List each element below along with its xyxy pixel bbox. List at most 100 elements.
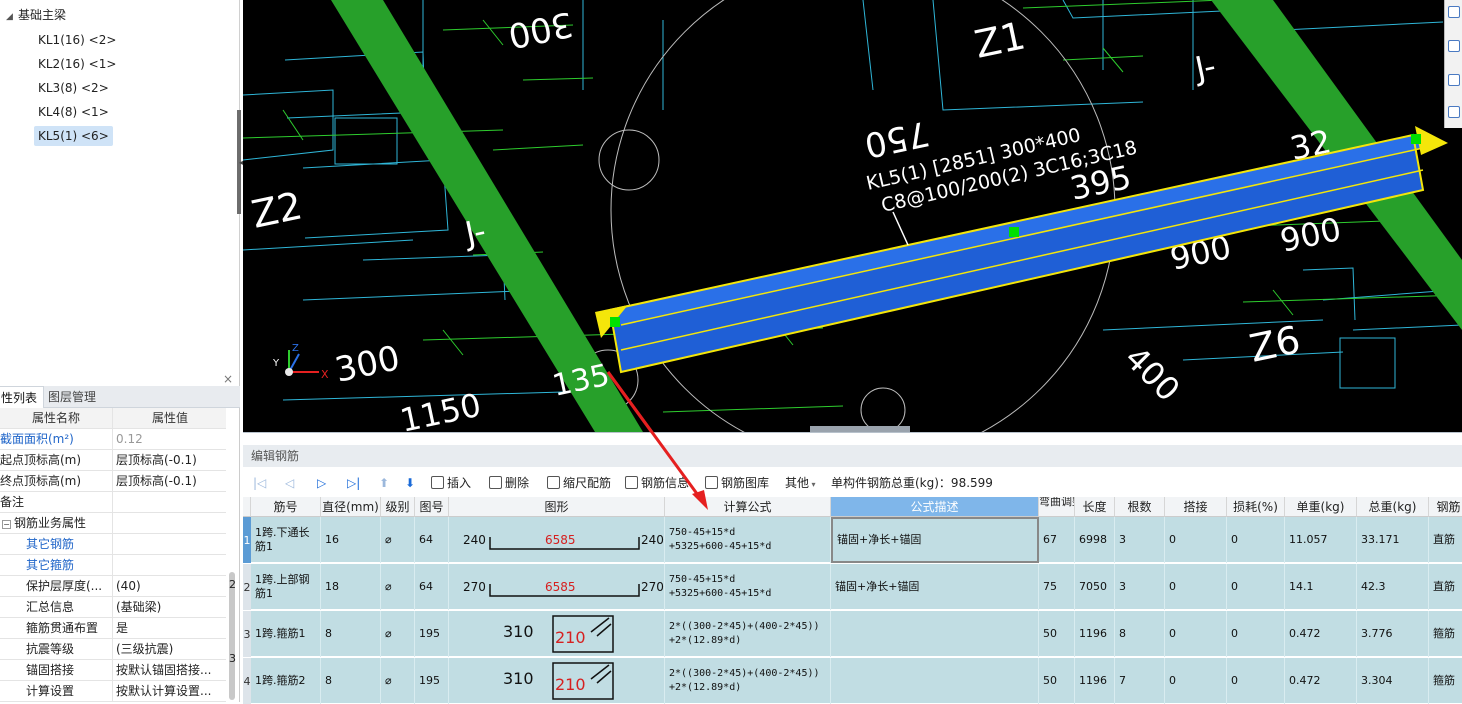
row-number[interactable]: 3 (243, 611, 251, 657)
cell-unit-weight[interactable]: 14.1 (1285, 564, 1357, 610)
cell-total-weight[interactable]: 33.171 (1357, 517, 1429, 563)
col-header-bend[interactable]: 弯曲调整 (1039, 497, 1075, 517)
table-row[interactable]: 4 1跨.箍筋2 8 ⌀ 195 310 210 2*((300-2*45)+(… (243, 658, 1462, 704)
collapse-box-icon[interactable]: − (2, 520, 11, 529)
cell-diameter[interactable]: 16 (321, 517, 381, 563)
prop-row-end-elevation[interactable]: 终点顶标高(m) 层顶标高(-0.1) (0, 471, 226, 492)
last-page-icon[interactable]: ▷| (347, 471, 360, 495)
row-number[interactable]: 2 (243, 564, 251, 610)
tree-item-kl1[interactable]: KL1(16) <2> (34, 30, 120, 50)
tab-layer-management[interactable]: 图层管理 (42, 386, 102, 408)
cell-count[interactable]: 3 (1115, 517, 1165, 563)
cell-grade[interactable]: ⌀ (381, 564, 415, 610)
cell-bar-no[interactable]: 1跨.下通长筋1 (251, 517, 321, 563)
cell-lap[interactable]: 0 (1165, 611, 1227, 657)
col-header-grade[interactable]: 级别 (381, 497, 415, 517)
view-select-icon[interactable] (1448, 40, 1460, 52)
cell-length[interactable]: 1196 (1075, 611, 1115, 657)
cell-bend[interactable]: 50 (1039, 611, 1075, 657)
cell-diameter[interactable]: 8 (321, 658, 381, 704)
cad-3d-viewport[interactable]: 300 750 300 135 1150 400 900 900 395 32 … (243, 0, 1462, 432)
col-header-fig[interactable]: 图号 (415, 497, 449, 517)
tree-item-kl5-selected[interactable]: KL5(1) <6> (34, 126, 113, 146)
cell-bar-no[interactable]: 1跨.箍筋1 (251, 611, 321, 657)
cell-rebar-type[interactable]: 箍筋 (1429, 611, 1462, 657)
table-row[interactable]: 3 1跨.箍筋1 8 ⌀ 195 310 210 2*((300-2*45)+(… (243, 611, 1462, 657)
cell-total-weight[interactable]: 3.776 (1357, 611, 1429, 657)
col-header-lap[interactable]: 搭接 (1165, 497, 1227, 517)
cell-bar-no[interactable]: 1跨.箍筋2 (251, 658, 321, 704)
tree-item-kl4[interactable]: KL4(8) <1> (34, 102, 113, 122)
cell-formula-desc[interactable]: 锚固+净长+锚固 (831, 517, 1039, 563)
table-row[interactable]: 2 1跨.上部钢筋1 18 ⌀ 64 270 6585 270 750-45+1… (243, 564, 1462, 610)
cad-drawing[interactable]: 300 750 300 135 1150 400 900 900 395 32 … (243, 0, 1462, 432)
cell-total-weight[interactable]: 42.3 (1357, 564, 1429, 610)
cell-count[interactable]: 8 (1115, 611, 1165, 657)
col-header-bar-no[interactable]: 筋号 (251, 497, 321, 517)
move-down-icon[interactable]: ⬇ (405, 471, 415, 495)
first-page-icon[interactable]: |◁ (253, 471, 266, 495)
cell-lap[interactable]: 0 (1165, 658, 1227, 704)
other-dropdown[interactable]: 其他 ▾ (785, 471, 816, 495)
next-page-icon[interactable]: ▷ (317, 471, 326, 495)
view-orbit-icon[interactable] (1448, 74, 1460, 86)
prop-row-anchorage[interactable]: 锚固搭接 按默认锚固搭接... (0, 660, 226, 681)
prev-page-icon[interactable]: ◁ (285, 471, 294, 495)
cell-formula[interactable]: 750-45+15*d +5325+600-45+15*d (665, 564, 831, 610)
close-icon[interactable]: × (223, 372, 233, 386)
cell-rebar-type[interactable]: 直筋 (1429, 564, 1462, 610)
cell-fig[interactable]: 64 (415, 517, 449, 563)
cell-grade[interactable]: ⌀ (381, 517, 415, 563)
prop-row-other-stirrup[interactable]: 其它箍筋 (0, 555, 226, 576)
cell-formula-desc[interactable]: 锚固+净长+锚固 (831, 564, 1039, 610)
cell-loss[interactable]: 0 (1227, 658, 1285, 704)
cell-rebar-type[interactable]: 箍筋 (1429, 658, 1462, 704)
view-cube-icon[interactable] (1448, 6, 1460, 18)
grip-end[interactable] (1411, 134, 1421, 144)
move-up-icon[interactable]: ⬆ (379, 471, 389, 495)
col-header-count[interactable]: 根数 (1115, 497, 1165, 517)
cell-bend[interactable]: 67 (1039, 517, 1075, 563)
cell-rebar-type[interactable]: 直筋 (1429, 517, 1462, 563)
cell-unit-weight[interactable]: 11.057 (1285, 517, 1357, 563)
view-list-icon[interactable] (1448, 106, 1460, 118)
cell-formula-desc[interactable] (831, 611, 1039, 657)
col-header-loss[interactable]: 损耗(%) (1227, 497, 1285, 517)
prop-row-summary[interactable]: 汇总信息 (基础梁) (0, 597, 226, 618)
tree-root-foundation-beams[interactable]: ◢ 基础主梁 (6, 6, 66, 24)
prop-row-calc-settings[interactable]: 计算设置 按默认计算设置... (0, 681, 226, 702)
cell-total-weight[interactable]: 3.304 (1357, 658, 1429, 704)
cell-length[interactable]: 1196 (1075, 658, 1115, 704)
cell-diameter[interactable]: 8 (321, 611, 381, 657)
tab-property-list[interactable]: 性列表 (0, 386, 45, 408)
cell-grade[interactable]: ⌀ (381, 658, 415, 704)
cell-fig[interactable]: 195 (415, 658, 449, 704)
cell-loss[interactable]: 0 (1227, 564, 1285, 610)
grip-start[interactable] (610, 317, 620, 327)
cell-formula-desc[interactable] (831, 658, 1039, 704)
cell-length[interactable]: 6998 (1075, 517, 1115, 563)
cell-bend[interactable]: 50 (1039, 658, 1075, 704)
prop-row-start-elevation[interactable]: 起点顶标高(m) 层顶标高(-0.1) (0, 450, 226, 471)
cell-length[interactable]: 7050 (1075, 564, 1115, 610)
cell-loss[interactable]: 0 (1227, 611, 1285, 657)
cell-count[interactable]: 7 (1115, 658, 1165, 704)
col-header-total-weight[interactable]: 总重(kg) (1357, 497, 1429, 517)
row-number[interactable]: 4 (243, 658, 251, 704)
cell-fig[interactable]: 195 (415, 611, 449, 657)
col-header-rebar-type[interactable]: 钢筋 (1429, 497, 1462, 517)
tree-item-kl2[interactable]: KL2(16) <1> (34, 54, 120, 74)
cell-formula[interactable]: 2*((300-2*45)+(400-2*45)) +2*(12.89*d) (665, 658, 831, 704)
prop-row-cover[interactable]: 保护层厚度(... (40) (0, 576, 226, 597)
tree-item-kl3[interactable]: KL3(8) <2> (34, 78, 113, 98)
cell-bar-no[interactable]: 1跨.上部钢筋1 (251, 564, 321, 610)
prop-row-remark[interactable]: 备注 (0, 492, 226, 513)
col-header-length[interactable]: 长度 (1075, 497, 1115, 517)
collapse-triangle-icon[interactable]: ◢ (6, 8, 18, 26)
cell-lap[interactable]: 0 (1165, 564, 1227, 610)
prop-group-rebar-business[interactable]: − 钢筋业务属性 (0, 513, 226, 534)
cell-shape[interactable]: 310 210 (449, 658, 665, 704)
prop-row-seismic[interactable]: 抗震等级 (三级抗震) (0, 639, 226, 660)
cell-diameter[interactable]: 18 (321, 564, 381, 610)
col-header-unit-weight[interactable]: 单重(kg) (1285, 497, 1357, 517)
